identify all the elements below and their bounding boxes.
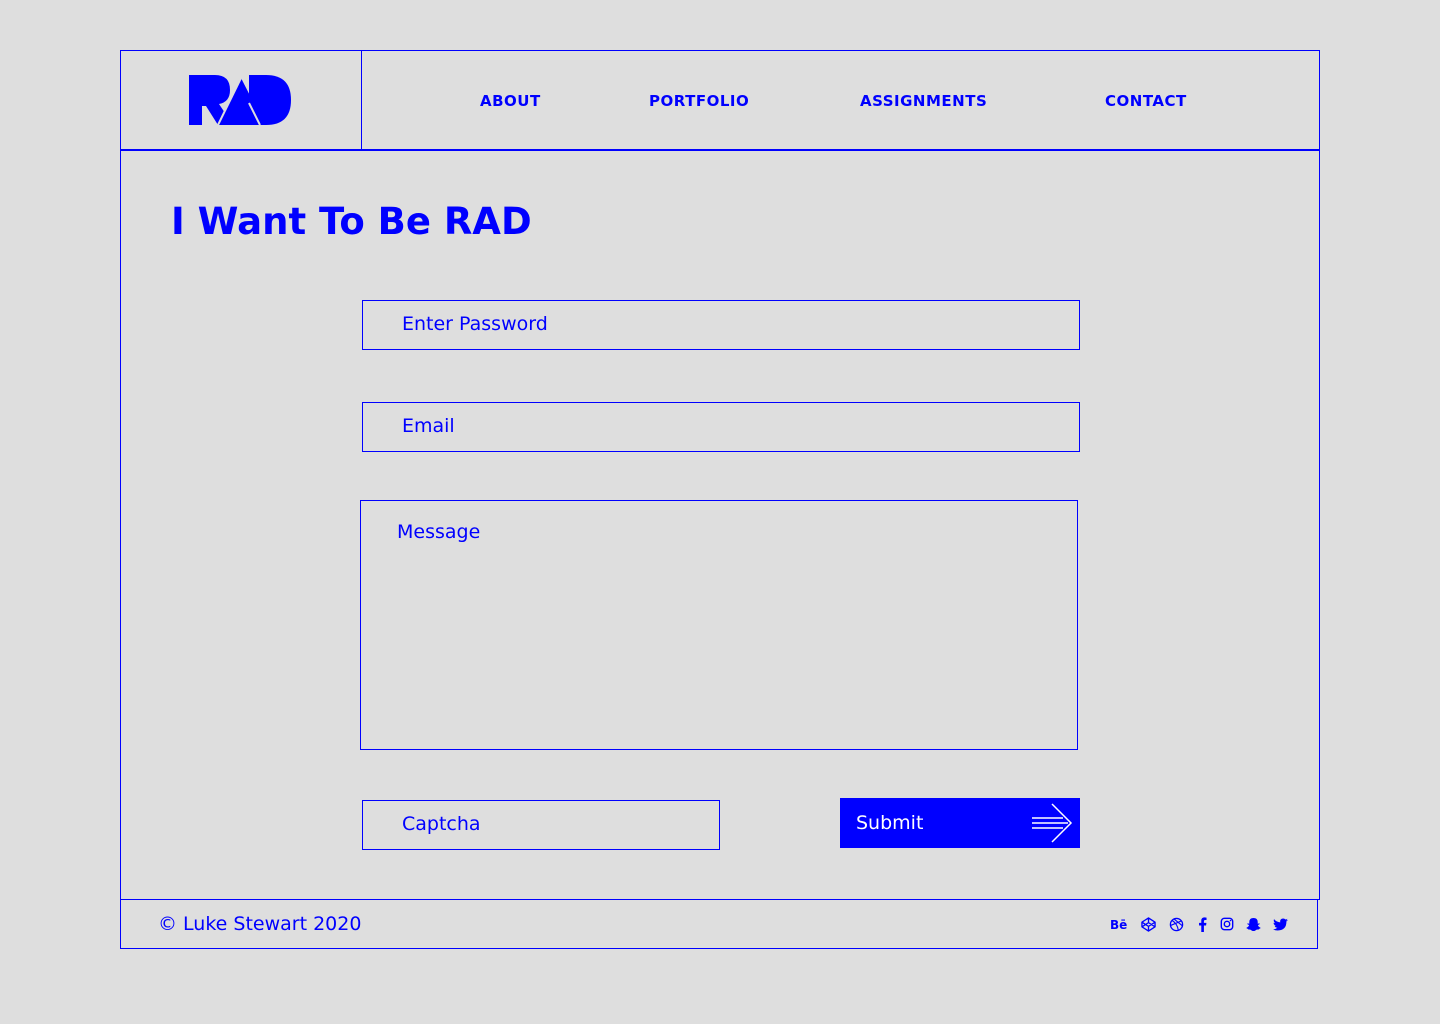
page-frame: ABOUT PORTFOLIO ASSIGNMENTS CONTACT I Wa… [120, 50, 1320, 900]
page-title: I Want To Be RAD [171, 200, 532, 243]
nav-portfolio[interactable]: PORTFOLIO [649, 92, 749, 110]
nav-assignments[interactable]: ASSIGNMENTS [860, 92, 987, 110]
submit-label: Submit [856, 812, 924, 834]
arrow-right-icon [1032, 803, 1073, 843]
message-field[interactable]: Message [360, 500, 1078, 750]
nav-contact[interactable]: CONTACT [1105, 92, 1187, 110]
logo-cell [121, 51, 362, 149]
codepen-icon[interactable] [1139, 915, 1157, 933]
svg-text:Bē: Bē [1110, 918, 1127, 931]
captcha-placeholder: Captcha [402, 813, 481, 835]
facebook-icon[interactable] [1193, 915, 1211, 933]
header: ABOUT PORTFOLIO ASSIGNMENTS CONTACT [121, 51, 1319, 151]
message-placeholder: Message [397, 521, 481, 543]
twitter-icon[interactable] [1271, 915, 1289, 933]
copyright-text: © Luke Stewart 2020 [158, 913, 362, 935]
email-placeholder: Email [402, 415, 455, 437]
submit-button[interactable]: Submit [840, 798, 1080, 848]
instagram-icon[interactable] [1218, 915, 1236, 933]
behance-icon[interactable]: Bē [1110, 915, 1128, 933]
password-field[interactable]: Enter Password [362, 300, 1080, 350]
nav-about[interactable]: ABOUT [480, 92, 541, 110]
email-field[interactable]: Email [362, 402, 1080, 452]
rad-logo[interactable] [189, 75, 291, 125]
captcha-field[interactable]: Captcha [362, 800, 720, 850]
dribbble-icon[interactable] [1167, 915, 1185, 933]
footer: © Luke Stewart 2020 Bē [120, 900, 1318, 949]
password-placeholder: Enter Password [402, 313, 548, 335]
snapchat-icon[interactable] [1244, 915, 1262, 933]
